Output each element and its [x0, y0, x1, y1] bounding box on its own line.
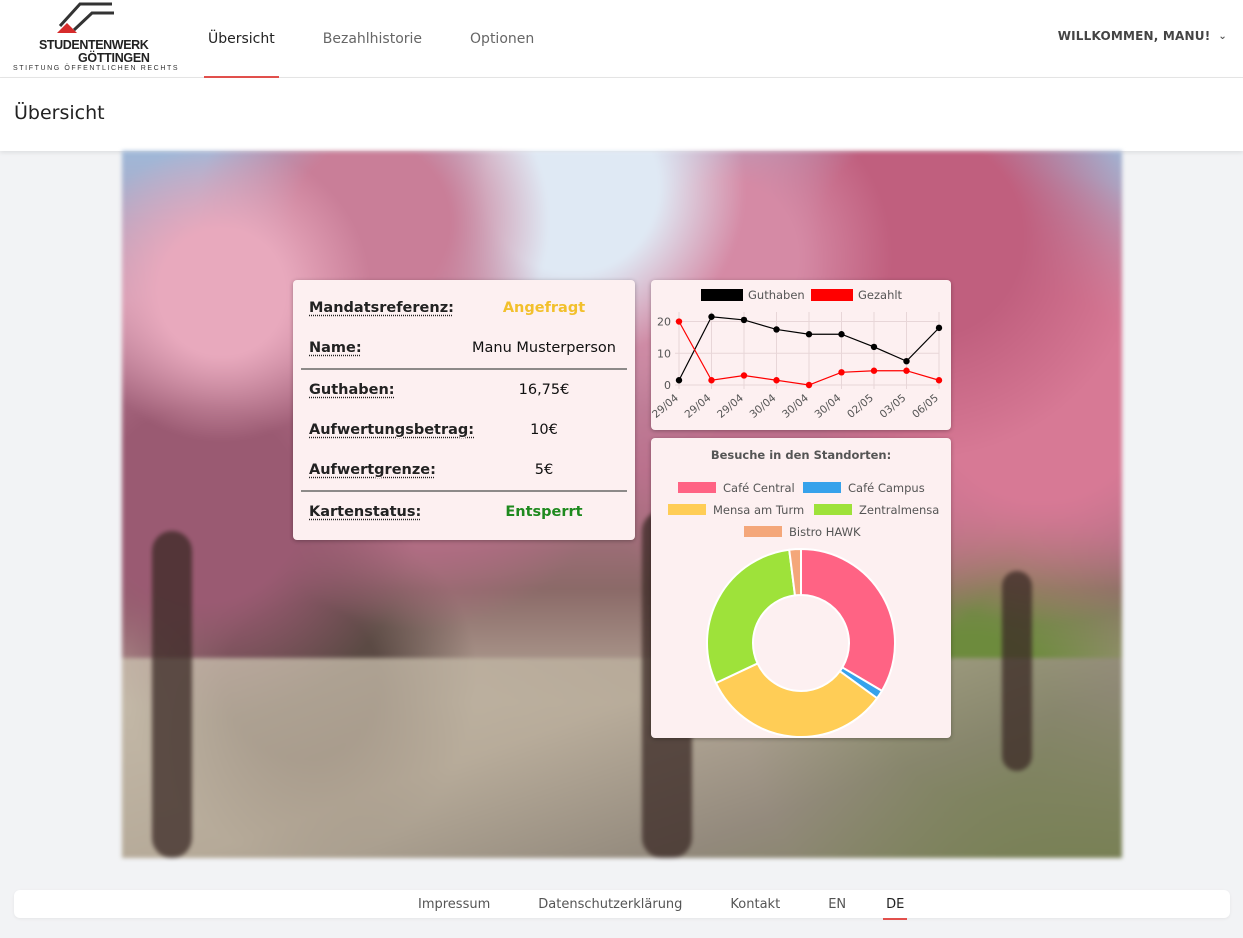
data-point-0 [903, 357, 910, 365]
data-point-0 [708, 313, 715, 320]
data-point-1 [675, 318, 683, 325]
data-point-0 [838, 331, 845, 338]
data-point-1 [773, 377, 780, 384]
legend-swatch [814, 504, 852, 515]
value-guthaben: 16,75€ [518, 382, 570, 398]
legend-label: Café Campus [848, 481, 925, 495]
footer-link-impressum[interactable]: Impressum [418, 897, 490, 912]
x-tick-label: 30/04 [748, 392, 779, 421]
data-point-0 [935, 324, 943, 332]
card-pie-chart: Besuche in den Standorten: Café Central Ca… [651, 438, 951, 738]
data-point-0 [773, 326, 780, 333]
data-point-0 [740, 316, 748, 324]
label-aufwertungsbetrag: Aufwertungsbetrag: [309, 422, 475, 438]
legend-label: Zentralmensa [859, 503, 939, 517]
legend-swatch-0 [701, 289, 743, 301]
data-point-1 [838, 369, 845, 376]
x-tick-label: 29/04 [715, 392, 746, 421]
value-name: Manu Musterperson [472, 340, 616, 356]
label-aufwertgrenze: Aufwertgrenze: [309, 462, 436, 478]
legend-swatch [744, 526, 782, 537]
data-point-0 [870, 343, 878, 351]
row-aufwertungsbetrag: Aufwertungsbetrag: 10€ [309, 410, 619, 450]
tab-optionen[interactable]: Optionen [466, 0, 538, 78]
legend-label: Bistro HAWK [789, 525, 861, 539]
tab-uebersicht[interactable]: Übersicht [204, 0, 279, 78]
y-tick-label: 20 [657, 316, 671, 329]
data-point-1 [805, 381, 813, 389]
language-en[interactable]: EN [828, 897, 846, 912]
logo-text-line1: STUDENTENWERK [39, 38, 149, 52]
language-de[interactable]: DE [883, 897, 908, 920]
x-tick-label: 06/05 [910, 392, 941, 421]
row-kartenstatus: Kartenstatus: Entsperrt [309, 492, 619, 532]
line-chart: Guthaben Gezahlt0102029/04 29/04 29/04 30/04… [650, 288, 943, 421]
legend-label: Café Central [723, 481, 795, 495]
photo-tree-trunk [152, 531, 192, 858]
top-navbar: STUDENTENWERK GÖTTINGEN STIFTUNG ÖFFENTL… [0, 0, 1243, 78]
tab-bezahlhistorie[interactable]: Bezahlhistorie [319, 0, 426, 78]
footer-link-datenschutz[interactable]: Datenschutzerklärung [538, 897, 682, 912]
legend-label-1: Gezahlt [858, 288, 903, 302]
user-menu[interactable]: WILLKOMMEN, MANU! ⌄ [1058, 29, 1227, 43]
x-tick-label: 30/04 [780, 392, 811, 421]
value-kartenstatus: Entsperrt [505, 504, 583, 520]
legend-swatch [678, 482, 716, 493]
logo-text-line3: STIFTUNG ÖFFENTLICHEN RECHTS [13, 65, 180, 72]
legend-label: Mensa am Turm [713, 503, 804, 517]
footer: Impressum Datenschutzerklärung Kontakt E… [14, 890, 1230, 920]
legend-swatch [668, 504, 706, 515]
x-tick-label: 29/04 [651, 392, 681, 421]
data-point-0 [805, 331, 813, 338]
chevron-down-icon: ⌄ [1218, 30, 1227, 42]
logo-text-line2: GÖTTINGEN [78, 51, 150, 65]
donut-chart: Besuche in den Standorten: Café Central Ca… [668, 448, 939, 738]
card-line-chart: Guthaben Gezahlt 0 10 20 29/04 29/04 29/04 30/04… [650, 280, 951, 430]
footer-link-kontakt[interactable]: Kontakt [730, 897, 780, 912]
legend-label-0: Guthaben [748, 288, 805, 302]
y-tick-label: 0 [664, 379, 671, 392]
pie-slice [800, 547, 896, 693]
value-aufwertgrenze: 5€ [534, 462, 554, 478]
x-tick-label: 02/05 [845, 392, 876, 421]
row-mandatsreferenz: Mandatsreferenz: Angefragt [309, 288, 619, 328]
data-point-1 [870, 367, 878, 374]
data-point-1 [935, 377, 943, 384]
row-name: Name: Manu Musterperson [309, 328, 619, 368]
user-greeting: WILLKOMMEN, MANU! [1057, 29, 1211, 43]
label-kartenstatus: Kartenstatus: [309, 504, 422, 520]
chart-title: Besuche in den Standorten: [711, 448, 891, 462]
x-tick-label: 03/05 [878, 392, 909, 421]
page-title: Übersicht [14, 102, 105, 124]
legend-swatch-1 [811, 289, 853, 301]
photo-ground [122, 658, 1122, 858]
pie-slice [706, 548, 797, 685]
data-point-0 [675, 377, 683, 384]
data-point-1 [708, 377, 715, 384]
legend-swatch [803, 482, 841, 493]
logo-roof-icon [57, 2, 114, 33]
main-nav: Übersicht Bezahlhistorie Optionen [204, 0, 578, 78]
card-info-panel: Mandatsreferenz: Angefragt Name: Manu Mu… [293, 280, 635, 540]
value-mandatsreferenz: Angefragt [502, 300, 586, 316]
value-aufwertungsbetrag: 10€ [530, 422, 558, 438]
page-header: Übersicht [0, 78, 1243, 151]
footer-links: Impressum Datenschutzerklärung Kontakt E… [418, 890, 908, 920]
studentenwerk-logo[interactable]: STUDENTENWERK GÖTTINGEN STIFTUNG ÖFFENTL… [12, 0, 178, 76]
data-point-1 [903, 367, 910, 374]
label-name: Name: [309, 340, 362, 356]
row-guthaben: Guthaben: 16,75€ [309, 370, 619, 410]
data-point-1 [740, 372, 748, 379]
x-tick-label: 30/04 [813, 392, 844, 421]
label-guthaben: Guthaben: [309, 382, 395, 398]
photo-tree-trunk [1002, 571, 1032, 771]
row-aufwertgrenze: Aufwertgrenze: 5€ [309, 450, 619, 490]
x-tick-label: 29/04 [683, 392, 714, 421]
label-mandatsreferenz: Mandatsreferenz: [309, 300, 454, 316]
y-tick-label: 10 [657, 347, 671, 360]
